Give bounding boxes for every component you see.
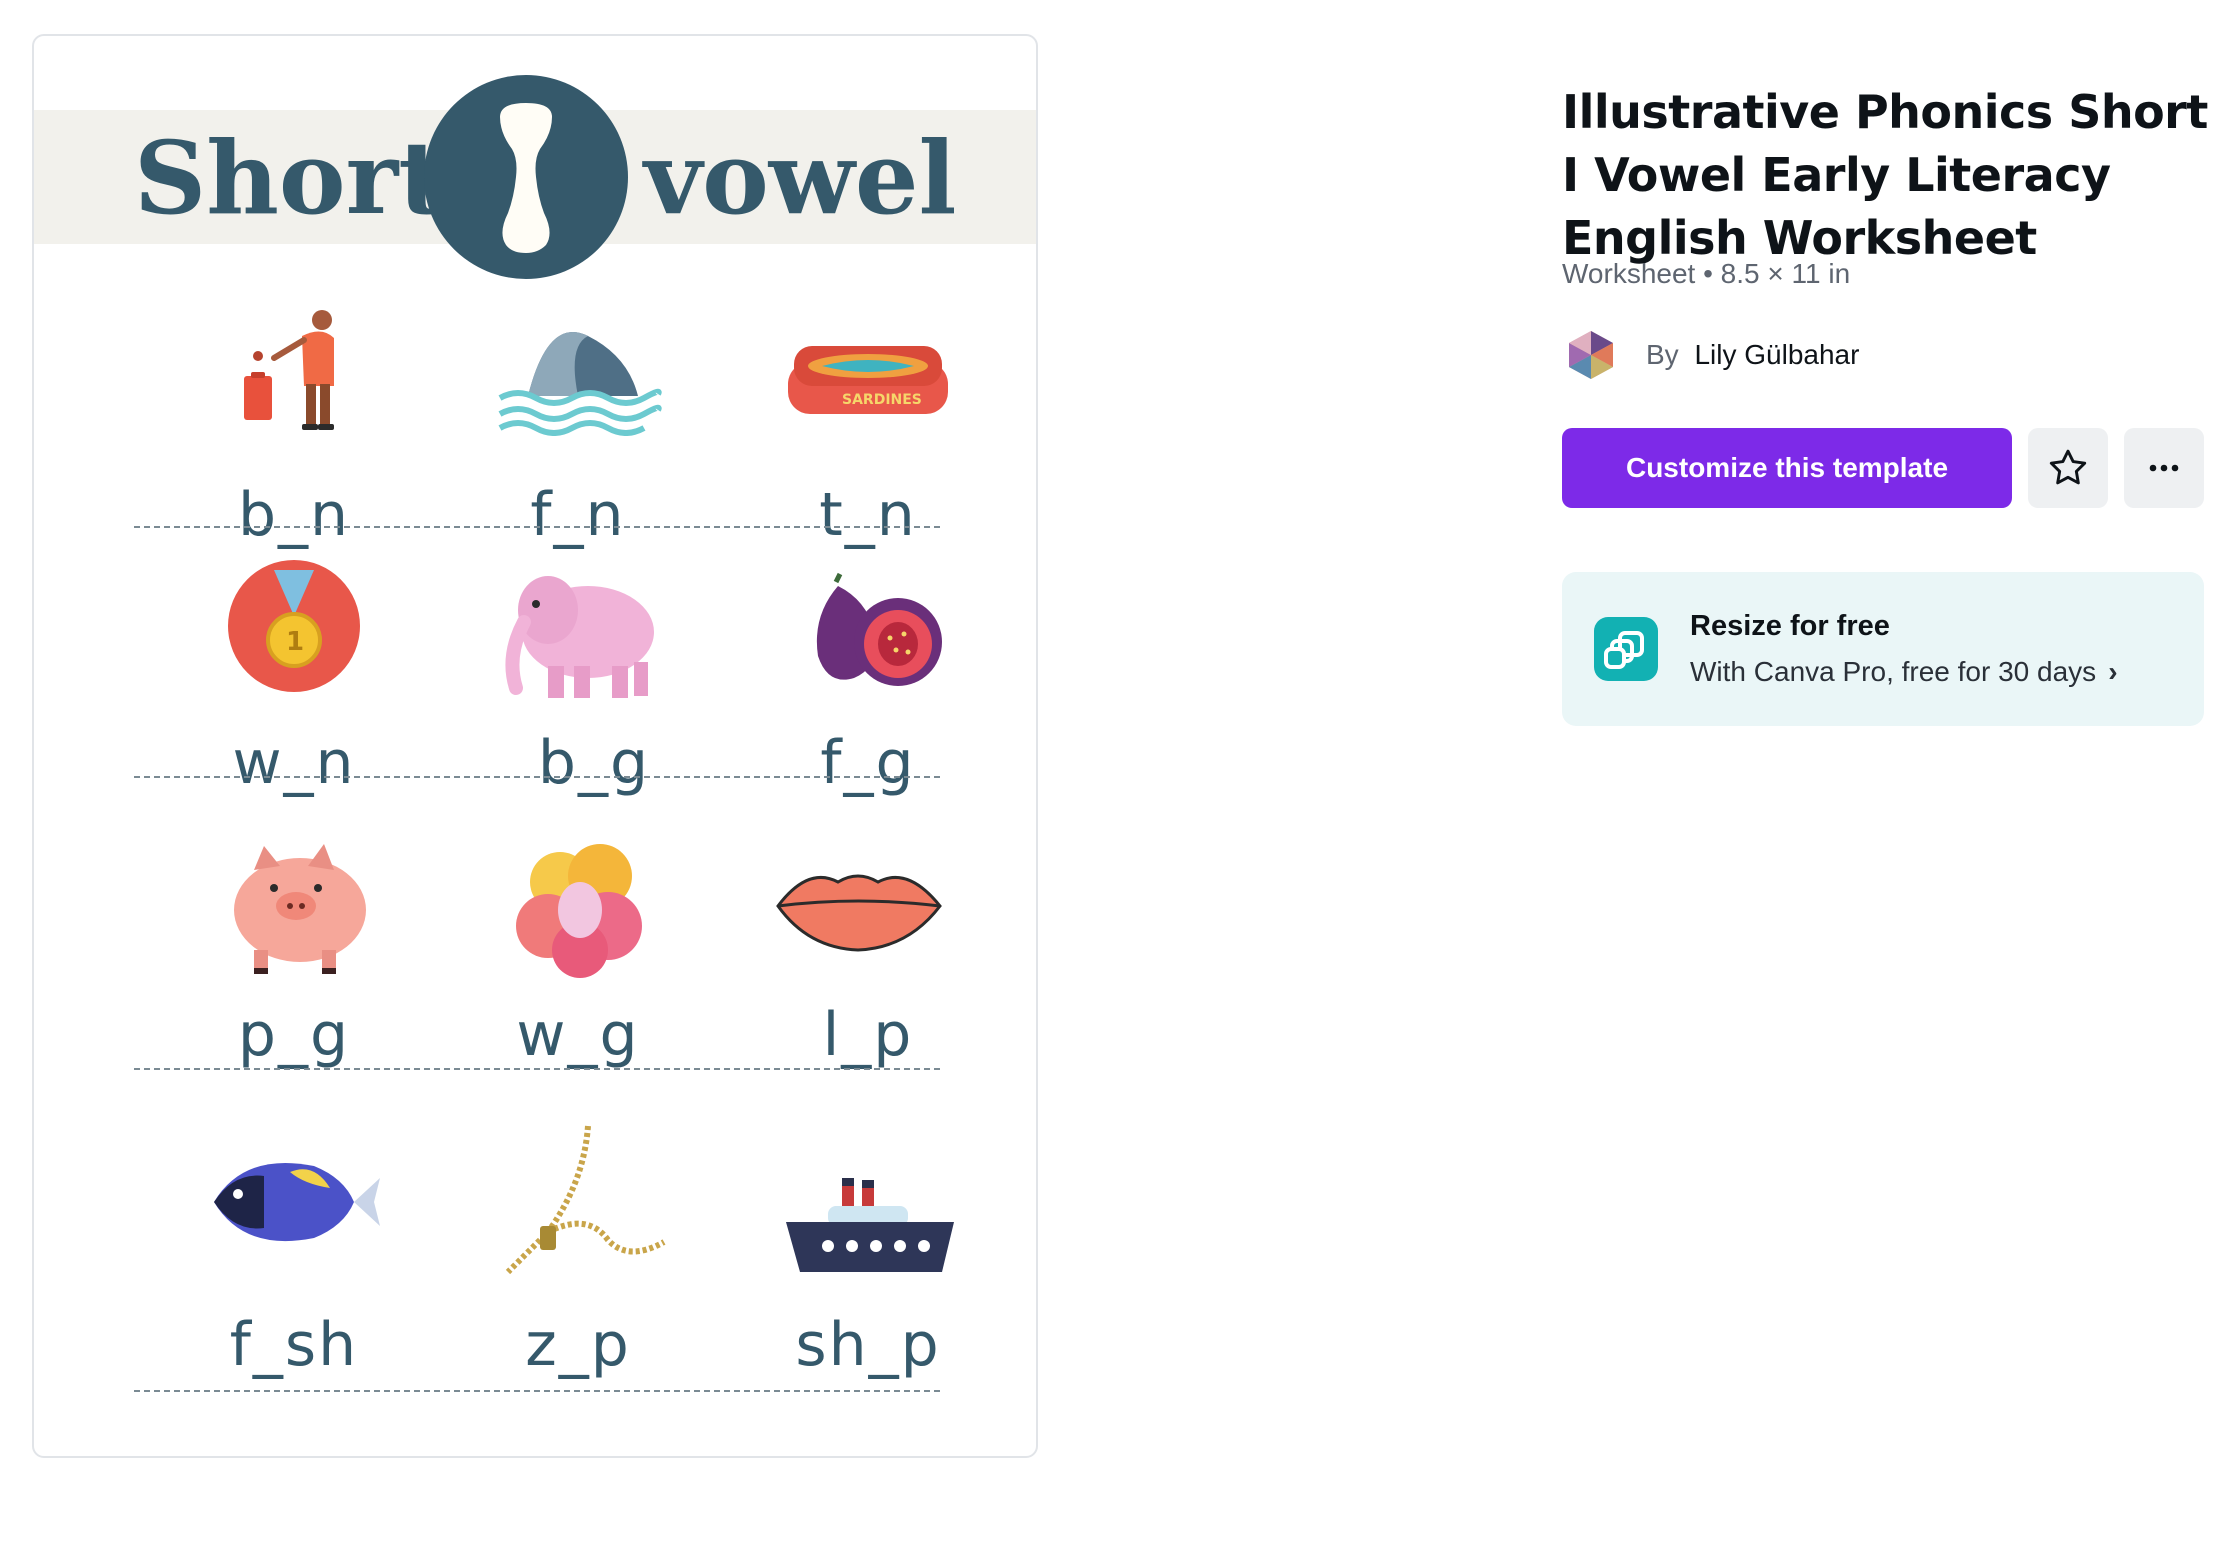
ship-icon [778, 1122, 958, 1282]
row-divider [134, 1068, 940, 1070]
template-title: Illustrative Phonics Short I Vowel Early… [1562, 84, 2208, 265]
letter-i-icon [424, 75, 628, 279]
word-big: b_g [537, 728, 651, 798]
author-name[interactable]: Lily Gülbahar [1694, 339, 1859, 370]
favorite-button[interactable] [2028, 428, 2108, 508]
word-pig: p_g [237, 1000, 351, 1070]
word-fish: f_sh [229, 1310, 359, 1380]
fish-icon [204, 1122, 384, 1282]
sardine-tin-icon: SARDINES [778, 276, 958, 436]
word-fin: f_n [530, 480, 626, 550]
fig-icon [778, 546, 958, 706]
man-throwing-trash-icon [204, 276, 384, 436]
avatar[interactable] [1560, 324, 1622, 386]
shark-fin-icon [488, 276, 668, 436]
resize-promo-card[interactable]: Resize for free With Canva Pro, free for… [1562, 572, 2204, 726]
more-options-button[interactable] [2124, 428, 2204, 508]
resize-icon [1594, 617, 1658, 681]
chevron-right-icon: › [2108, 656, 2118, 687]
word-lip: l_p [822, 1000, 914, 1070]
author-prefix: By [1646, 339, 1679, 370]
customize-template-button[interactable]: Customize this template [1562, 428, 2012, 508]
zipper-icon [488, 1122, 668, 1282]
word-bin: b_n [237, 480, 351, 550]
sardine-label: SARDINES [842, 392, 922, 408]
wig-icon [488, 826, 668, 986]
word-wig: w_g [516, 1000, 640, 1070]
author-row[interactable]: By Lily Gülbahar [1560, 320, 1859, 390]
resize-subtitle-link[interactable]: With Canva Pro, free for 30 days › [1690, 656, 2118, 688]
word-fig: f_g [820, 728, 916, 798]
word-zip: z_p [525, 1310, 631, 1380]
gold-medal-icon: 1 [204, 546, 384, 706]
row-divider [134, 526, 940, 528]
template-meta: Worksheet • 8.5 × 11 in [1562, 258, 1851, 289]
pig-icon [204, 826, 384, 986]
heading-vowel: vowel [644, 119, 957, 237]
resize-subtitle: With Canva Pro, free for 30 days [1690, 656, 2097, 687]
more-horizontal-icon [2149, 464, 2179, 472]
heading-short: Short [134, 119, 445, 237]
star-outline-icon [2049, 449, 2087, 485]
word-ship: sh_p [795, 1310, 941, 1380]
elephant-icon [488, 546, 668, 706]
template-preview[interactable]: Short vowel SARDINES b_n f_n t_n 1 w_n b… [32, 34, 1038, 1458]
lips-icon [768, 826, 948, 986]
word-win: w_n [232, 728, 356, 798]
medal-number: 1 [286, 627, 304, 657]
row-divider [134, 1390, 940, 1392]
row-divider [134, 776, 940, 778]
word-tin: t_n [819, 480, 917, 550]
resize-title: Resize for free [1690, 610, 1890, 642]
